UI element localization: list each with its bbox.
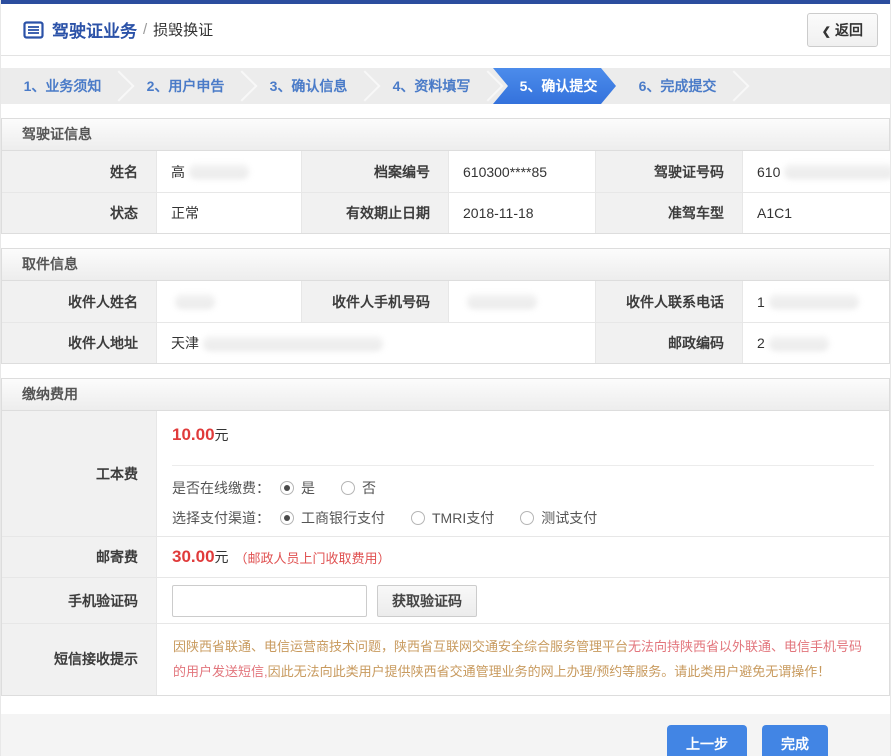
payment-channel-question: 选择支付渠道： <box>172 508 270 528</box>
label-name: 姓名 <box>2 151 156 192</box>
license-list-icon <box>23 21 44 39</box>
label-postal-code: 邮政编码 <box>595 322 742 363</box>
finish-button[interactable]: 完成 <box>762 725 828 756</box>
redacted-value <box>784 164 891 179</box>
divider <box>172 465 874 466</box>
radio-channel-icbc-label: 工商银行支付 <box>301 508 385 528</box>
value-status: 正常 <box>156 192 301 233</box>
label-status: 状态 <box>2 192 156 233</box>
get-verification-code-button[interactable]: 获取验证码 <box>377 585 477 617</box>
radio-online-yes[interactable] <box>280 481 294 495</box>
step-3-confirm-info: 3、确认信息 <box>247 68 370 104</box>
redacted-value <box>467 294 537 309</box>
radio-channel-test[interactable] <box>520 511 534 525</box>
label-file-number: 档案编号 <box>301 151 448 192</box>
radio-channel-tmri-label: TMRI支付 <box>432 508 494 528</box>
value-name: 高 <box>156 151 301 192</box>
value-file-number: 610300****85 <box>448 151 595 192</box>
sms-notice-text-1: 因陕西省联通、电信运营商技术问题，陕西省互联网交通安全综合服务管理平台 <box>173 639 628 654</box>
radio-channel-test-label: 测试支付 <box>541 508 597 528</box>
value-recipient-phone: 1 <box>742 281 889 322</box>
section-license-info: 驾驶证信息 姓名 高 档案编号 610300****85 驾驶证号码 610 状… <box>1 118 890 234</box>
value-valid-until: 2018-11-18 <box>448 192 595 233</box>
step-4-fill-data: 4、资料填写 <box>370 68 493 104</box>
radio-online-no-label: 否 <box>362 478 376 498</box>
label-recipient-phone: 收件人联系电话 <box>595 281 742 322</box>
postage-fee-content: 30.00元 （邮政人员上门收取费用） <box>156 536 889 577</box>
production-fee-amount: 10.00 <box>172 425 215 444</box>
step-wizard: 1、业务须知 2、用户申告 3、确认信息 4、资料填写 5、确认提交 6、完成提… <box>1 68 890 104</box>
value-recipient-name <box>156 281 301 322</box>
label-recipient-address: 收件人地址 <box>2 322 156 363</box>
page: 驾驶证业务 / 损毁换证 ❮ 返回 1、业务须知 2、用户申告 3、确认信息 4、… <box>0 0 891 756</box>
header: 驾驶证业务 / 损毁换证 ❮ 返回 <box>1 4 890 56</box>
section-title-fees: 缴纳费用 <box>2 379 889 411</box>
redacted-value <box>769 294 859 309</box>
radio-channel-tmri[interactable] <box>411 511 425 525</box>
back-chevron-icon: ❮ <box>822 26 831 38</box>
step-1-notice: 1、业务须知 <box>1 68 124 104</box>
radio-online-yes-label: 是 <box>301 478 315 498</box>
radio-channel-icbc[interactable] <box>280 511 294 525</box>
section-title-pickup: 取件信息 <box>2 249 889 281</box>
step-bar-filler <box>739 68 890 104</box>
label-recipient-name: 收件人姓名 <box>2 281 156 322</box>
label-postage-fee: 邮寄费 <box>2 536 156 577</box>
section-fees: 缴纳费用 工本费 10.00元 是否在线缴费： 是 否 选择支付渠道： 工商银行… <box>1 378 890 696</box>
step-2-declaration: 2、用户申告 <box>124 68 247 104</box>
production-fee-unit: 元 <box>215 427 229 443</box>
label-vehicle-class: 准驾车型 <box>595 192 742 233</box>
label-recipient-mobile: 收件人手机号码 <box>301 281 448 322</box>
online-payment-question: 是否在线缴费： <box>172 478 270 498</box>
section-pickup-info: 取件信息 收件人姓名 收件人手机号码 收件人联系电话 1 收件人地址 天津 邮政… <box>1 248 890 364</box>
radio-online-no[interactable] <box>341 481 355 495</box>
value-postal-code: 2 <box>742 322 889 363</box>
value-license-number: 610 <box>742 151 891 192</box>
back-button-label: 返回 <box>835 22 863 38</box>
section-title-license: 驾驶证信息 <box>2 119 889 151</box>
redacted-value <box>175 294 215 309</box>
redacted-value <box>203 336 383 351</box>
previous-step-button[interactable]: 上一步 <box>667 725 747 756</box>
value-recipient-mobile <box>448 281 595 322</box>
breadcrumb-section[interactable]: 驾驶证业务 <box>52 17 137 42</box>
breadcrumb-current: 损毁换证 <box>153 19 213 40</box>
verification-code-input[interactable] <box>172 585 367 617</box>
verification-content: 获取验证码 <box>156 577 889 623</box>
breadcrumb-separator: / <box>143 21 147 38</box>
postage-fee-note: （邮政人员上门收取费用） <box>235 548 391 567</box>
production-fee-content: 10.00元 是否在线缴费： 是 否 选择支付渠道： 工商银行支付 TMRI支付… <box>156 411 889 536</box>
step-6-complete: 6、完成提交 <box>616 68 739 104</box>
back-button[interactable]: ❮ 返回 <box>807 13 878 47</box>
value-vehicle-class: A1C1 <box>742 192 891 233</box>
step-5-confirm-submit-active: 5、确认提交 <box>493 68 616 104</box>
redacted-value <box>189 164 249 179</box>
label-valid-until: 有效期止日期 <box>301 192 448 233</box>
label-verification-code: 手机验证码 <box>2 577 156 623</box>
label-license-number: 驾驶证号码 <box>595 151 742 192</box>
label-production-fee: 工本费 <box>2 411 156 536</box>
sms-notice-text-3: 因此无法向此类用户提供陕西省交通管理业务的网上办理/预约等服务。请此类用户避免无… <box>268 664 831 679</box>
postage-fee-amount: 30.00 <box>172 547 215 567</box>
postage-fee-unit: 元 <box>215 547 229 567</box>
redacted-value <box>769 336 829 351</box>
sms-notice-content: 因陕西省联通、电信运营商技术问题，陕西省互联网交通安全综合服务管理平台无法向持陕… <box>156 623 889 695</box>
label-sms-notice: 短信接收提示 <box>2 623 156 695</box>
value-recipient-address: 天津 <box>156 322 595 363</box>
footer-action-bar: 上一步 完成 <box>1 714 890 756</box>
